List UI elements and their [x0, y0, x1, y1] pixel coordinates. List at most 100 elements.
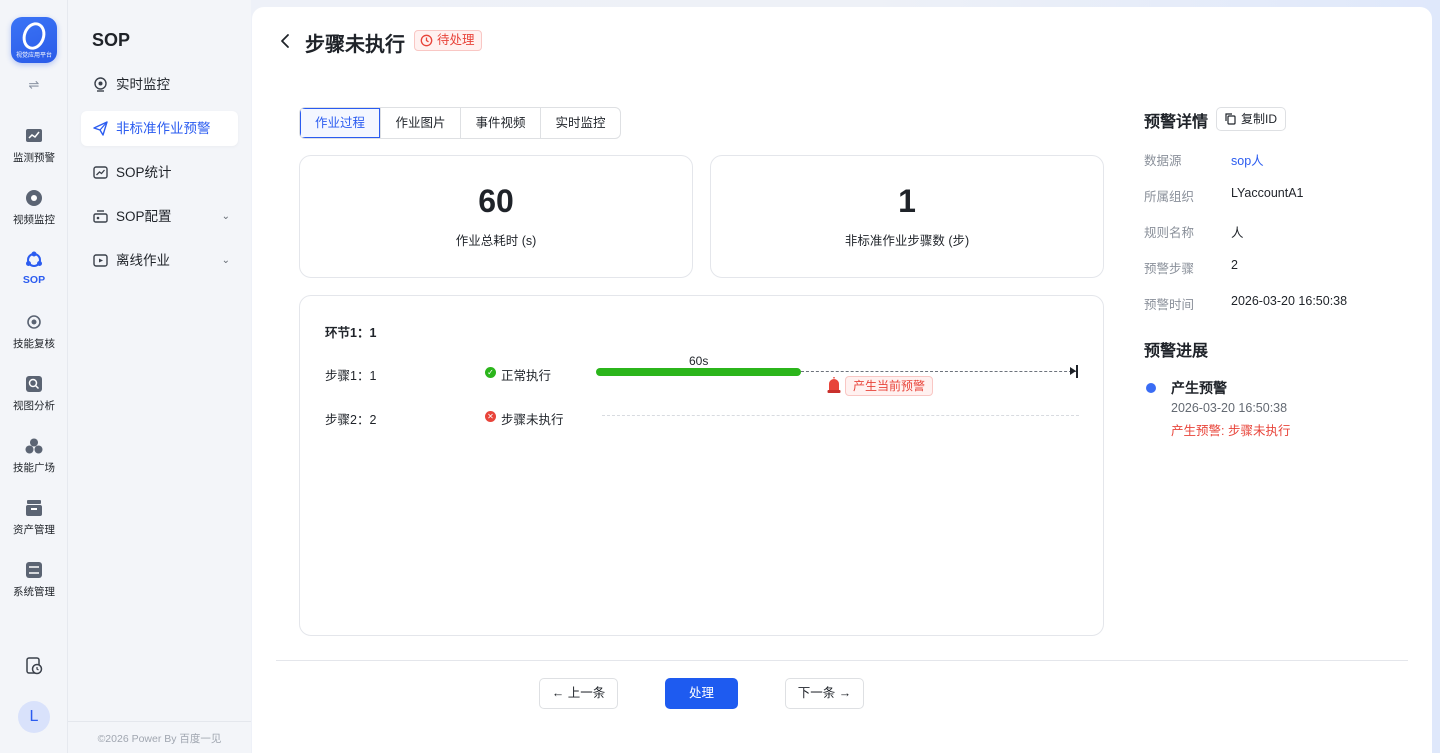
stat-label: 非标准作业步骤数 (步)	[844, 234, 970, 248]
skill-square-icon	[25, 438, 43, 454]
step-duration-label: 60s	[689, 354, 709, 368]
rail-item-skill-square[interactable]: 技能广场	[0, 437, 68, 475]
chart-icon	[26, 129, 42, 142]
rail-item-label: 系统管理	[13, 586, 55, 598]
progress-description: 产生预警: 步骤未执行	[1171, 424, 1291, 438]
step-status-label: 步骤未执行	[501, 413, 564, 427]
clock-file-icon[interactable]	[25, 657, 43, 675]
page-title: 步骤未执行	[305, 34, 405, 56]
step-timeline: 环节1：1 步骤1：1 ✓ 正常执行 60s 产生当前预警 步骤2：2 ✕ 步骤…	[299, 295, 1104, 636]
step-status: ✓ 正常执行	[485, 365, 551, 384]
skill-review-icon	[27, 315, 41, 329]
stat-value: 60	[478, 183, 514, 219]
rail-item-label: 技能复核	[13, 338, 55, 350]
logo-caption: 视觉应用平台	[15, 53, 52, 59]
step-duration-bar	[596, 368, 801, 376]
menu-item-label: 离线作业	[116, 253, 170, 268]
prev-button[interactable]: ← 上一条	[539, 678, 618, 709]
copy-icon	[1225, 113, 1236, 125]
system-icon	[26, 562, 42, 578]
stat-label: 作业总耗时 (s)	[455, 234, 537, 248]
detail-key-alert-step: 预警步骤	[1144, 262, 1195, 276]
progress-time: 2026-03-20 16:50:38	[1171, 401, 1288, 415]
step-status: ✕ 步骤未执行	[485, 409, 564, 428]
view-analysis-icon	[26, 376, 42, 392]
sop-menu: SOP 实时监控 非标准作业预警 SOP统计 SOP配置 ⌄ 离线作业 ⌄ ©2…	[68, 0, 251, 753]
clock-icon	[420, 34, 433, 47]
current-alert-marker: 产生当前预警	[845, 376, 934, 396]
menu-item-label: 实时监控	[116, 77, 170, 92]
menu-item-label: 非标准作业预警	[116, 121, 211, 136]
segment-title: 环节1：1	[325, 326, 377, 340]
progress-dot-icon	[1146, 383, 1156, 393]
rail-item-label: 视频监控	[13, 214, 55, 226]
back-arrow-icon[interactable]	[278, 33, 294, 49]
detail-key-alert-time: 预警时间	[1144, 298, 1195, 312]
detail-value-rule-name: 人	[1231, 226, 1244, 240]
next-button[interactable]: 下一条 →	[785, 678, 864, 709]
rail-item-monitoring-alert[interactable]: 监测预警	[0, 127, 68, 165]
asset-icon	[26, 500, 42, 516]
rail-item-label: 资产管理	[13, 524, 55, 536]
step-label: 步骤2：2	[325, 413, 377, 427]
menu-item-label: SOP统计	[116, 165, 172, 180]
rail-item-label: SOP	[22, 274, 46, 286]
rail-item-system-management[interactable]: 系统管理	[0, 561, 68, 599]
rail-item-asset-management[interactable]: 资产管理	[0, 499, 68, 537]
timeline-remaining-line	[801, 371, 1077, 372]
icon-rail: 视觉应用平台 ⇌ 监测预警 视频监控 SOP 技能复核 视图分析 技能广场 资产…	[0, 0, 68, 753]
config-icon	[93, 210, 108, 223]
rail-item-sop[interactable]: SOP	[0, 251, 68, 286]
tab-event-video[interactable]: 事件视频	[460, 108, 540, 138]
progress-title: 预警进展	[1144, 343, 1209, 360]
detail-key-data-source: 数据源	[1144, 154, 1182, 168]
content-tabs: 作业过程 作业图片 事件视频 实时监控	[299, 107, 621, 139]
menu-item-sop-config[interactable]: SOP配置 ⌄	[81, 199, 238, 234]
rail-item-skill-review[interactable]: 技能复核	[0, 313, 68, 351]
monitor-icon	[94, 77, 107, 92]
platform-logo[interactable]: 视觉应用平台	[11, 17, 57, 63]
offline-icon	[93, 254, 108, 267]
footer-divider	[276, 660, 1408, 661]
detail-value-alert-step: 2	[1231, 258, 1238, 272]
status-badge-label: 待处理	[437, 33, 475, 47]
menu-title: SOP	[92, 30, 131, 50]
chevron-down-icon: ⌄	[221, 211, 230, 222]
alarm-siren-icon	[827, 377, 841, 393]
detail-value-alert-time: 2026-03-20 16:50:38	[1231, 294, 1348, 308]
logo-mark-icon	[18, 19, 50, 53]
check-circle-icon: ✓	[485, 367, 496, 378]
copyright-footer: ©2026 Power By 百度一见	[68, 721, 251, 753]
tab-realtime-monitor[interactable]: 实时监控	[540, 108, 620, 138]
detail-key-rule-name: 规则名称	[1144, 226, 1195, 240]
rail-item-label: 视图分析	[13, 400, 55, 412]
progress-event: 产生预警	[1171, 380, 1227, 396]
rail-toggle-icon[interactable]: ⇌	[0, 77, 68, 93]
rail-item-video-monitor[interactable]: 视频监控	[0, 189, 68, 227]
detail-value-data-source[interactable]: sop人	[1231, 150, 1264, 169]
step-status-label: 正常执行	[501, 369, 552, 383]
rail-item-label: 监测预警	[13, 152, 55, 164]
sop-icon	[26, 251, 42, 267]
user-avatar[interactable]: L	[18, 701, 50, 733]
timeline-end-mark	[1076, 365, 1078, 378]
copy-id-label: 复制ID	[1241, 112, 1278, 126]
send-icon	[93, 121, 108, 136]
tab-work-images[interactable]: 作业图片	[380, 108, 460, 138]
stat-card-total-duration: 60 作业总耗时 (s)	[299, 155, 693, 278]
detail-key-organization: 所属组织	[1144, 190, 1195, 204]
rail-item-label: 技能广场	[13, 462, 55, 474]
menu-item-nonstandard-alert[interactable]: 非标准作业预警	[81, 111, 238, 146]
chevron-down-icon: ⌄	[221, 255, 230, 266]
details-title: 预警详情	[1144, 114, 1209, 131]
rail-item-view-analysis[interactable]: 视图分析	[0, 375, 68, 413]
tab-work-process[interactable]: 作业过程	[300, 108, 380, 138]
detail-value-organization: LYaccountA1	[1231, 186, 1304, 200]
copy-id-button[interactable]: 复制ID	[1216, 107, 1287, 131]
menu-item-sop-stats[interactable]: SOP统计	[81, 155, 238, 190]
menu-item-label: SOP配置	[116, 209, 172, 224]
timeline-empty-line	[602, 415, 1079, 416]
menu-item-offline-job[interactable]: 离线作业 ⌄	[81, 243, 238, 278]
process-button[interactable]: 处理	[665, 678, 738, 709]
menu-item-realtime-monitor[interactable]: 实时监控	[81, 67, 238, 102]
